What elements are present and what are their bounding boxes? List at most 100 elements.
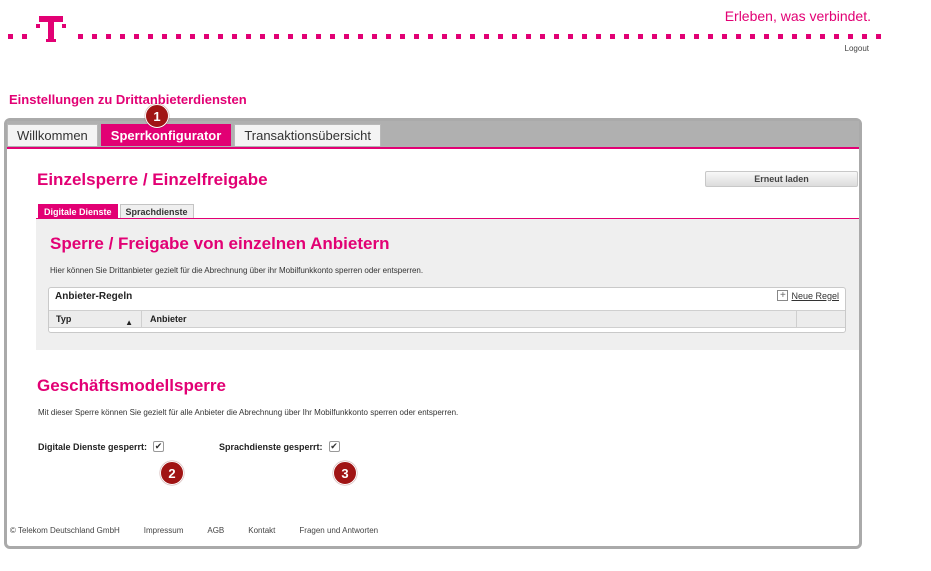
logo-dot	[638, 34, 643, 39]
new-rule-button[interactable]: + Neue Regel	[777, 290, 839, 301]
logo-dot	[568, 34, 573, 39]
logo-dot	[358, 34, 363, 39]
logo-dot	[106, 34, 111, 39]
subtab-sprachdienste[interactable]: Sprachdienste	[119, 204, 194, 219]
digital-services-lock-checkbox[interactable]: ✔	[153, 441, 165, 452]
digital-services-lock-row: Digitale Dienste gesperrt: ✔	[38, 441, 165, 452]
logo-dot	[750, 34, 755, 39]
logo-dot	[330, 34, 335, 39]
slogan: Erleben, was verbindet.	[724, 8, 871, 24]
logo-dot	[22, 34, 27, 39]
logo-dot	[190, 34, 195, 39]
logo-dot	[400, 34, 405, 39]
section-title: Einzelsperre / Einzelfreigabe	[37, 170, 268, 189]
logo-dot	[260, 34, 265, 39]
rules-table-title: Anbieter-Regeln	[55, 291, 133, 302]
logo-dot	[316, 34, 321, 39]
logo-dot	[652, 34, 657, 39]
logo-dot	[680, 34, 685, 39]
logo-dot	[876, 34, 881, 39]
logo-dot	[820, 34, 825, 39]
logo-dot	[554, 34, 559, 39]
footer: © Telekom Deutschland GmbH Impressum AGB…	[10, 526, 402, 535]
voice-services-lock-row: Sprachdienste gesperrt: ✔	[219, 441, 340, 452]
logo-dot	[848, 34, 853, 39]
logo-dot	[120, 34, 125, 39]
logo-dot	[274, 34, 279, 39]
logo-dot	[428, 34, 433, 39]
new-rule-label: Neue Regel	[791, 290, 839, 301]
logo-dot	[484, 34, 489, 39]
logo-dot-row	[8, 26, 888, 46]
logo-dot	[764, 34, 769, 39]
annotation-marker-2: 2	[160, 461, 184, 485]
telekom-logo-icon[interactable]	[36, 14, 66, 44]
logo-dot	[862, 34, 867, 39]
logo-dot	[8, 34, 13, 39]
page-title: Einstellungen zu Drittanbieterdiensten	[9, 92, 247, 107]
tab-willkommen[interactable]: Willkommen	[7, 124, 98, 146]
panel-title: Sperre / Freigabe von einzelnen Anbieter…	[50, 234, 390, 253]
logo-dot	[526, 34, 531, 39]
logo-dot	[232, 34, 237, 39]
logo-dot	[610, 34, 615, 39]
header: Erleben, was verbindet. Logout	[0, 0, 931, 80]
tab-bar-divider	[7, 147, 859, 149]
logo-dot	[92, 34, 97, 39]
column-header-typ[interactable]: Typ ▲	[49, 311, 142, 327]
column-label-typ: Typ	[56, 314, 72, 324]
logo-dot	[386, 34, 391, 39]
column-header-anbieter[interactable]: Anbieter	[143, 311, 797, 327]
subtab-digitale-dienste[interactable]: Digitale Dienste	[38, 204, 118, 219]
logo-dot	[708, 34, 713, 39]
footer-link-agb[interactable]: AGB	[207, 526, 224, 535]
logo-dot	[596, 34, 601, 39]
logo-dot	[344, 34, 349, 39]
business-model-description: Mit dieser Sperre können Sie gezielt für…	[38, 408, 459, 417]
logo-dot	[134, 34, 139, 39]
logo-dot	[302, 34, 307, 39]
business-model-title: Geschäftsmodellsperre	[37, 376, 226, 395]
logo-dot	[204, 34, 209, 39]
footer-link-kontakt[interactable]: Kontakt	[248, 526, 275, 535]
logo-dot	[176, 34, 181, 39]
logo-dot	[372, 34, 377, 39]
reload-button[interactable]: Erneut laden	[705, 171, 858, 187]
logo-dot	[778, 34, 783, 39]
main-tabs: Willkommen Sperrkonfigurator Transaktion…	[7, 124, 381, 146]
logo-dot	[456, 34, 461, 39]
tab-sperrkonfigurator[interactable]: Sperrkonfigurator	[100, 124, 232, 146]
logo-dot	[218, 34, 223, 39]
logo-dot	[442, 34, 447, 39]
logo-dot	[414, 34, 419, 39]
voice-services-lock-label: Sprachdienste gesperrt:	[219, 441, 323, 452]
logo-dot	[498, 34, 503, 39]
logo-dot	[470, 34, 475, 39]
sort-asc-icon: ▲	[125, 318, 133, 327]
voice-services-lock-checkbox[interactable]: ✔	[328, 441, 340, 452]
logo-dot	[736, 34, 741, 39]
footer-link-impressum[interactable]: Impressum	[144, 526, 184, 535]
digital-services-lock-label: Digitale Dienste gesperrt:	[38, 441, 148, 452]
logo-dot	[162, 34, 167, 39]
logo-dot	[78, 34, 83, 39]
tab-transaktionsuebersicht[interactable]: Transaktionsübersicht	[234, 124, 381, 146]
logout-link[interactable]: Logout	[845, 44, 869, 53]
logo-dot	[148, 34, 153, 39]
logo-dot	[666, 34, 671, 39]
logo-dot	[246, 34, 251, 39]
provider-rules-table: Anbieter-Regeln + Neue Regel Typ ▲ Anbie…	[48, 287, 846, 333]
footer-link-faq[interactable]: Fragen und Antworten	[299, 526, 378, 535]
footer-copyright: © Telekom Deutschland GmbH	[10, 526, 120, 535]
logo-dot	[582, 34, 587, 39]
provider-panel: Sperre / Freigabe von einzelnen Anbieter…	[36, 219, 859, 350]
sub-tabs: Digitale Dienste Sprachdienste	[38, 204, 194, 219]
logo-dot	[834, 34, 839, 39]
logo-dot	[624, 34, 629, 39]
annotation-marker-1: 1	[145, 104, 169, 128]
panel-description: Hier können Sie Drittanbieter gezielt fü…	[50, 266, 424, 275]
logo-dot	[540, 34, 545, 39]
logo-dot	[694, 34, 699, 39]
logo-dot	[512, 34, 517, 39]
annotation-marker-3: 3	[333, 461, 357, 485]
